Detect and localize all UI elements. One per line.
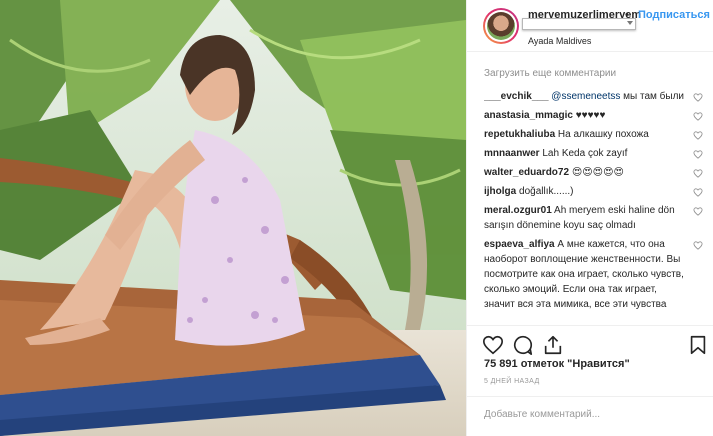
comment-like-heart-icon[interactable] <box>693 188 703 197</box>
avatar[interactable] <box>483 8 519 44</box>
comment-text: На алкашку похожа <box>555 129 649 140</box>
comment-like-heart-icon[interactable] <box>693 241 703 250</box>
comment-mention[interactable]: @ssemeneetss <box>551 91 620 102</box>
beach-photo-illustration <box>0 0 466 436</box>
post-side-panel: meryemuzerlimeryem • Подписаться Ayada M… <box>466 0 713 436</box>
browser-dropdown-overlay[interactable] <box>522 18 636 30</box>
comment-item: mnnaanwer Lah Keda çok zayıf <box>484 146 706 161</box>
comment-item: espaeva_alfiya А мне кажется, что она на… <box>484 237 706 312</box>
add-comment-input[interactable]: Добавьте комментарий... <box>484 409 600 420</box>
load-more-comments-button[interactable]: Загрузить еще комментарии <box>484 66 706 81</box>
post-timestamp[interactable]: 5 ДНЕЙ НАЗАД <box>484 378 540 385</box>
comment-item: walter_eduardo72 😍😍😍😍😍 <box>484 165 706 180</box>
comment-like-heart-icon[interactable] <box>693 93 703 102</box>
comment-username[interactable]: ijholga <box>484 186 516 197</box>
comment-username[interactable]: espaeva_alfiya <box>484 239 555 250</box>
comment-like-heart-icon[interactable] <box>693 207 703 216</box>
bookmark-icon[interactable] <box>687 334 709 356</box>
comment-text: ♥♥♥♥♥ <box>572 110 606 121</box>
comment-text: doğallık......) <box>516 186 574 197</box>
share-icon[interactable] <box>542 334 564 356</box>
comment-username[interactable]: walter_eduardo72 <box>484 167 569 178</box>
add-comment-bar: Добавьте комментарий... <box>467 396 713 436</box>
comment-username[interactable]: repetukhaliuba <box>484 129 555 140</box>
comment-text: 😍😍😍😍😍 <box>569 167 624 178</box>
comment-username[interactable]: anastasia_mmagic <box>484 110 573 121</box>
post-photo[interactable] <box>0 0 466 436</box>
dropdown-arrow-icon <box>627 21 633 25</box>
comment-text: мы там были <box>620 91 685 102</box>
comment-like-heart-icon[interactable] <box>693 131 703 140</box>
comment-username[interactable]: mnnaanwer <box>484 148 540 159</box>
avatar-image <box>487 12 515 40</box>
comment-icon[interactable] <box>512 334 534 356</box>
comment-item: ___evchik___ @ssemeneetss мы там были <box>484 89 706 104</box>
comment-text: Lah Keda çok zayıf <box>539 148 628 159</box>
comment-username[interactable]: meral.ozgur01 <box>484 205 552 216</box>
instagram-post: meryemuzerlimeryem • Подписаться Ayada M… <box>0 0 713 436</box>
heart-icon[interactable] <box>482 334 504 356</box>
comment-item: anastasia_mmagic ♥♥♥♥♥ <box>484 108 706 123</box>
comment-like-heart-icon[interactable] <box>693 150 703 159</box>
likes-count[interactable]: 75 891 отметок "Нравится" <box>484 358 630 370</box>
comment-like-heart-icon[interactable] <box>693 169 703 178</box>
comment-item: ijholga doğallık......) <box>484 184 706 199</box>
comment-item: repetukhaliuba На алкашку похожа <box>484 127 706 142</box>
comment-item: meral.ozgur01 Ah meryem eski haline dön … <box>484 203 706 233</box>
follow-button[interactable]: Подписаться <box>638 9 710 21</box>
comment-username[interactable]: ___evchik___ <box>484 91 549 102</box>
comment-like-heart-icon[interactable] <box>693 112 703 121</box>
comments-list: Загрузить еще комментарии ___evchik___ @… <box>484 66 706 324</box>
location-link[interactable]: Ayada Maldives <box>528 36 591 46</box>
